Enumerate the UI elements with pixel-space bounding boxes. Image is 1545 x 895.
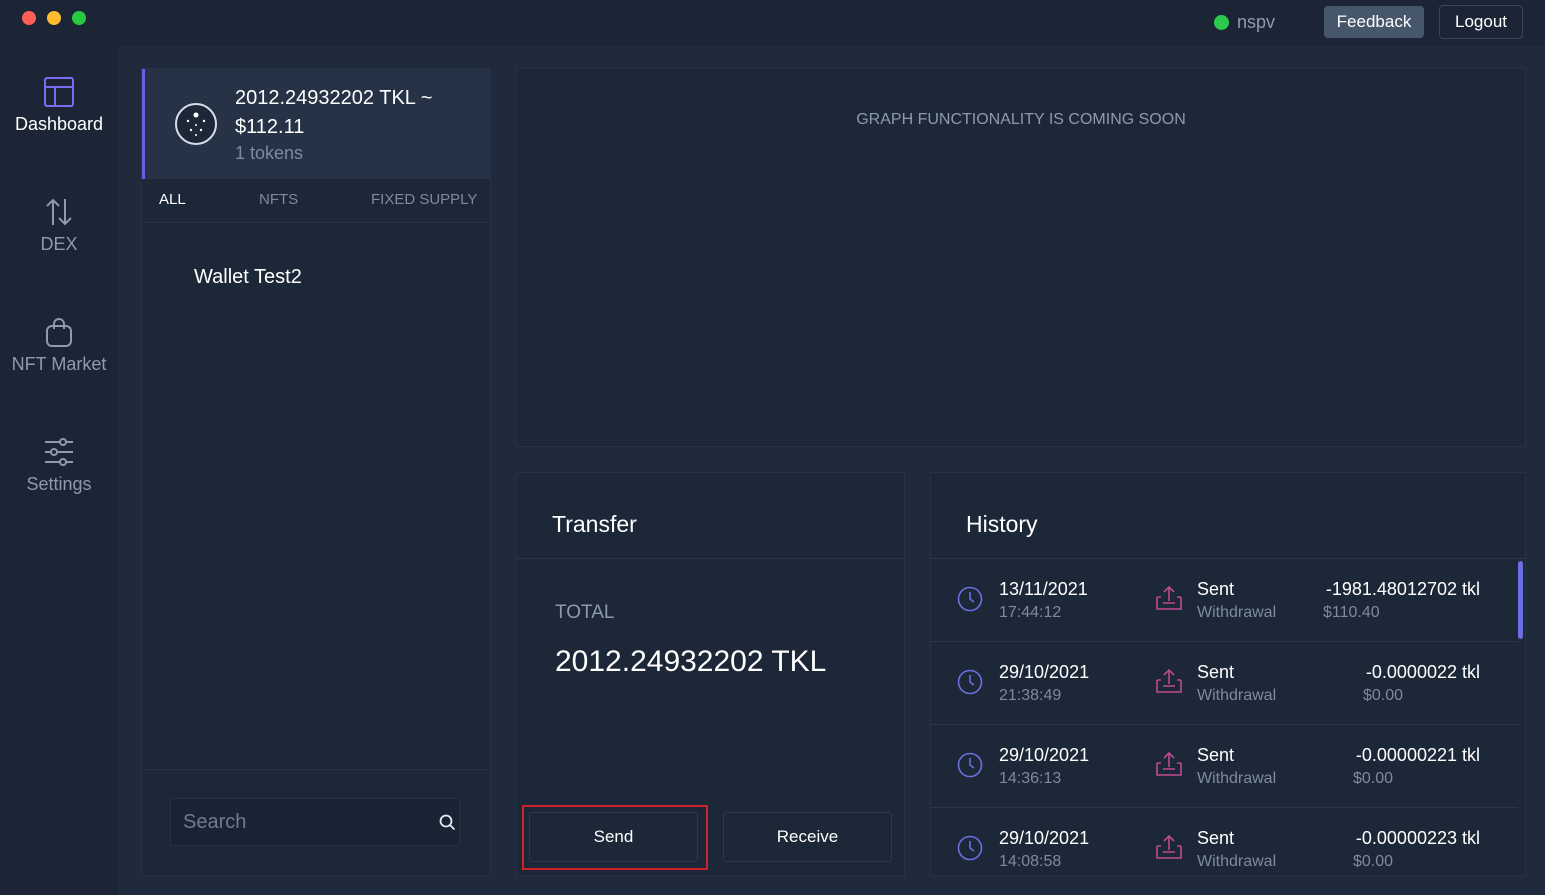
sidebar-item-label: NFT Market bbox=[11, 354, 107, 374]
divider bbox=[517, 558, 904, 559]
graph-panel: GRAPH FUNCTIONALITY IS COMING SOON bbox=[516, 68, 1526, 447]
tx-type: Sent bbox=[1197, 828, 1235, 848]
clock-icon bbox=[957, 669, 983, 695]
outbox-send-icon bbox=[1156, 668, 1182, 693]
total-label: TOTAL bbox=[555, 602, 615, 623]
tx-subtype: Withdrawal bbox=[1197, 604, 1277, 621]
network-status-label: nspv bbox=[1237, 12, 1276, 32]
token-balance: 2012.24932202 TKL ~ $112.11 bbox=[235, 87, 433, 138]
token-logo-icon bbox=[175, 103, 217, 145]
sidebar-item-dex[interactable]: DEX bbox=[0, 196, 118, 255]
title-bar: nspv Feedback Logout bbox=[0, 0, 1545, 46]
sliders-icon bbox=[45, 438, 73, 466]
tab-fixed-supply[interactable]: FIXED SUPPLY bbox=[371, 191, 477, 208]
tx-subtype: Withdrawal bbox=[1197, 853, 1277, 870]
sidebar-item-nft-market[interactable]: NFT Market bbox=[0, 316, 118, 375]
search-input[interactable] bbox=[171, 799, 431, 845]
history-list: 13/11/2021 17:44:12 Sent Withdrawal -198… bbox=[931, 559, 1518, 875]
clock-icon bbox=[957, 835, 983, 861]
sidebar: Dashboard DEX NFT Market Settings bbox=[0, 46, 118, 895]
total-value: 2012.24932202 TKL bbox=[555, 645, 827, 678]
history-title: History bbox=[966, 511, 1038, 537]
table-row[interactable]: 29/10/2021 14:36:13 Sent Withdrawal -0.0… bbox=[931, 725, 1518, 808]
table-row[interactable]: 13/11/2021 17:44:12 Sent Withdrawal -198… bbox=[931, 559, 1518, 642]
sidebar-item-label: Settings bbox=[26, 474, 92, 494]
tx-type: Sent bbox=[1197, 579, 1235, 599]
tx-amount: -0.00000221 tkl bbox=[1355, 745, 1480, 765]
transfer-panel: Transfer TOTAL 2012.24932202 TKL Send Re… bbox=[516, 472, 905, 876]
wallet-list-item[interactable]: Wallet Test2 bbox=[194, 266, 302, 289]
network-status: nspv bbox=[1214, 12, 1275, 33]
tx-amount: -0.0000022 tkl bbox=[1365, 662, 1480, 682]
search-icon[interactable] bbox=[439, 814, 456, 831]
feedback-button[interactable]: Feedback bbox=[1324, 6, 1424, 38]
tx-type: Sent bbox=[1197, 745, 1235, 765]
outbox-send-icon bbox=[1156, 751, 1182, 776]
tx-subtype: Withdrawal bbox=[1197, 770, 1277, 787]
tx-time: 21:38:49 bbox=[999, 687, 1062, 704]
tx-date: 13/11/2021 bbox=[999, 579, 1088, 599]
tx-usd-value: $110.40 bbox=[1323, 604, 1380, 621]
tx-date: 29/10/2021 bbox=[999, 745, 1090, 765]
tx-usd-value: $0.00 bbox=[1353, 853, 1394, 870]
sidebar-item-label: Dashboard bbox=[14, 114, 104, 134]
token-filter-tabs: ALL NFTS FIXED SUPPLY bbox=[142, 181, 490, 223]
tab-nfts[interactable]: NFTS bbox=[259, 191, 298, 208]
tx-usd-value: $0.00 bbox=[1353, 770, 1394, 787]
outbox-send-icon bbox=[1156, 834, 1182, 859]
wallet-panel: 2012.24932202 TKL ~ $112.11 1 tokens ALL… bbox=[141, 68, 491, 876]
send-button[interactable]: Send bbox=[529, 812, 698, 862]
window-maximize-button[interactable] bbox=[72, 11, 86, 25]
tab-all[interactable]: ALL bbox=[159, 191, 186, 208]
shopping-bag-icon bbox=[46, 318, 72, 347]
tx-time: 17:44:12 bbox=[999, 604, 1062, 621]
tx-amount: -0.00000223 tkl bbox=[1355, 828, 1480, 848]
window-close-button[interactable] bbox=[22, 11, 36, 25]
graph-coming-soon-message: GRAPH FUNCTIONALITY IS COMING SOON bbox=[856, 111, 1186, 128]
clock-icon bbox=[957, 752, 983, 778]
clock-icon bbox=[957, 586, 983, 612]
logout-button[interactable]: Logout bbox=[1439, 5, 1523, 39]
tx-subtype: Withdrawal bbox=[1197, 687, 1277, 704]
transfer-title: Transfer bbox=[552, 511, 637, 537]
token-count: 1 tokens bbox=[235, 143, 304, 163]
outbox-send-icon bbox=[1156, 585, 1182, 610]
search-box bbox=[170, 798, 460, 846]
sidebar-item-settings[interactable]: Settings bbox=[0, 436, 118, 495]
swap-arrows-icon bbox=[46, 198, 72, 226]
history-scrollbar[interactable] bbox=[1518, 561, 1523, 639]
tx-type: Sent bbox=[1197, 662, 1235, 682]
table-row[interactable]: 29/10/2021 14:08:58 Sent Withdrawal -0.0… bbox=[931, 808, 1518, 875]
table-row[interactable]: 29/10/2021 21:38:49 Sent Withdrawal -0.0… bbox=[931, 642, 1518, 725]
sidebar-item-label: DEX bbox=[40, 234, 78, 254]
search-area bbox=[142, 769, 490, 875]
window-minimize-button[interactable] bbox=[47, 11, 61, 25]
tx-time: 14:36:13 bbox=[999, 770, 1062, 787]
receive-button[interactable]: Receive bbox=[723, 812, 892, 862]
tx-time: 14:08:58 bbox=[999, 853, 1062, 870]
tx-usd-value: $0.00 bbox=[1363, 687, 1404, 704]
tx-amount: -1981.48012702 tkl bbox=[1325, 579, 1480, 599]
sidebar-item-dashboard[interactable]: Dashboard bbox=[0, 76, 118, 135]
tx-date: 29/10/2021 bbox=[999, 828, 1090, 848]
history-panel: History 13/11/2021 17:44:12 Sent Withdra… bbox=[930, 472, 1526, 876]
status-dot-icon bbox=[1214, 15, 1229, 30]
tx-date: 29/10/2021 bbox=[999, 662, 1090, 682]
token-balance-card[interactable]: 2012.24932202 TKL ~ $112.11 1 tokens bbox=[142, 69, 490, 179]
dashboard-icon bbox=[44, 77, 74, 107]
